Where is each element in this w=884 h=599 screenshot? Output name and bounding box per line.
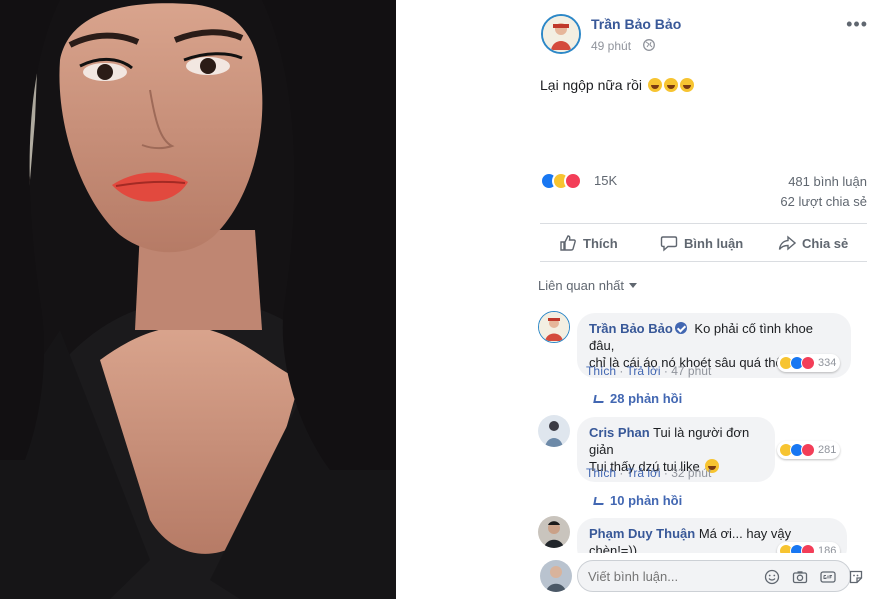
post-text: Lại ngộp nữa rồi <box>540 77 694 93</box>
reply-arrow-icon <box>593 395 605 403</box>
reply-arrow-icon <box>593 497 605 505</box>
verified-badge-icon <box>674 322 687 334</box>
comment-author[interactable]: Trần Bảo Bảo <box>589 321 673 336</box>
right-gutter <box>870 0 884 599</box>
photo-viewer-gap <box>396 0 497 599</box>
comment-author[interactable]: Phạm Duy Thuận <box>589 526 695 541</box>
emoji-icon[interactable] <box>764 569 780 585</box>
author-avatar[interactable] <box>541 14 581 54</box>
commenter-avatar[interactable] <box>538 415 570 447</box>
comment-sort-dropdown[interactable]: Liên quan nhất <box>538 278 638 293</box>
sticker-icon[interactable] <box>848 569 864 585</box>
share-button-label: Chia sẻ <box>802 235 849 251</box>
post-text-content: Lại ngộp nữa rồi <box>540 77 642 93</box>
comment-reaction-count: 334 <box>818 357 837 369</box>
comment-input[interactable] <box>577 560 851 592</box>
comment-time[interactable]: 47 phút <box>671 364 711 378</box>
current-user-avatar[interactable] <box>540 560 572 592</box>
rofl-emoji-icon <box>647 78 662 92</box>
comment-author[interactable]: Cris Phan <box>589 425 650 440</box>
selfie-image <box>0 0 396 599</box>
more-options-icon[interactable]: ••• <box>846 14 868 35</box>
love-reaction-icon <box>801 356 815 370</box>
share-button[interactable]: Chia sẻ <box>778 231 848 255</box>
gif-icon[interactable] <box>820 569 836 585</box>
comment-composer <box>497 553 870 599</box>
like-button-label: Thích <box>583 235 618 251</box>
comment-count[interactable]: 481 bình luận <box>788 174 867 189</box>
caret-down-icon <box>629 283 638 288</box>
post-panel: Trần Bảo Bảo 49 phút ••• Lại ngộp nữa rồ… <box>497 0 870 599</box>
replies-count: 10 phản hồi <box>610 493 683 508</box>
rofl-emoji-icon <box>679 78 694 92</box>
comment-reaction-count: 281 <box>818 444 837 456</box>
comment-reactions[interactable]: 281 <box>777 441 841 459</box>
comment-meta: Thích · Trả lời · 32 phút <box>586 466 712 480</box>
divider <box>540 223 867 224</box>
comment-button[interactable]: Bình luận <box>660 231 743 255</box>
love-reaction-icon <box>564 172 582 190</box>
share-arrow-icon <box>778 235 796 251</box>
commenter-avatar-image <box>539 312 569 342</box>
like-button[interactable]: Thích <box>559 231 618 255</box>
speech-bubble-icon <box>660 236 678 252</box>
author-avatar-image <box>543 16 579 52</box>
comment-button-label: Bình luận <box>684 235 744 251</box>
comment-meta: Thích · Trả lời · 47 phút <box>586 364 712 378</box>
screenshot-stage: Trần Bảo Bảo 49 phút ••• Lại ngộp nữa rồ… <box>0 0 884 599</box>
camera-icon[interactable] <box>792 569 808 585</box>
reaction-count: 15K <box>594 173 618 188</box>
commenter-avatar-image <box>538 415 570 447</box>
love-reaction-icon <box>801 443 815 457</box>
comment-reply-link[interactable]: Trả lời <box>626 466 660 480</box>
comment-reply-link[interactable]: Trả lời <box>626 364 660 378</box>
post-author-name[interactable]: Trần Bảo Bảo <box>591 16 681 32</box>
share-count[interactable]: 62 lượt chia sẻ <box>780 194 867 209</box>
comment-like-link[interactable]: Thích <box>586 364 616 378</box>
globe-icon <box>643 39 655 51</box>
commenter-avatar[interactable] <box>538 311 570 343</box>
comment-time[interactable]: 32 phút <box>671 466 711 480</box>
post-photo[interactable] <box>0 0 396 599</box>
comment-sort-label: Liên quan nhất <box>538 278 625 293</box>
view-replies-link[interactable]: 28 phản hồi <box>593 391 683 406</box>
commenter-avatar-image <box>538 516 570 548</box>
divider <box>540 261 867 262</box>
comment-reactions[interactable]: 334 <box>777 354 841 372</box>
comment-like-link[interactable]: Thích <box>586 466 616 480</box>
post-timestamp[interactable]: 49 phút <box>591 39 631 53</box>
thumbs-up-icon <box>560 235 576 251</box>
view-replies-link[interactable]: 10 phản hồi <box>593 493 683 508</box>
current-user-avatar-image <box>540 560 572 592</box>
replies-count: 28 phản hồi <box>610 391 683 406</box>
commenter-avatar[interactable] <box>538 516 570 548</box>
rofl-emoji-icon <box>663 78 678 92</box>
